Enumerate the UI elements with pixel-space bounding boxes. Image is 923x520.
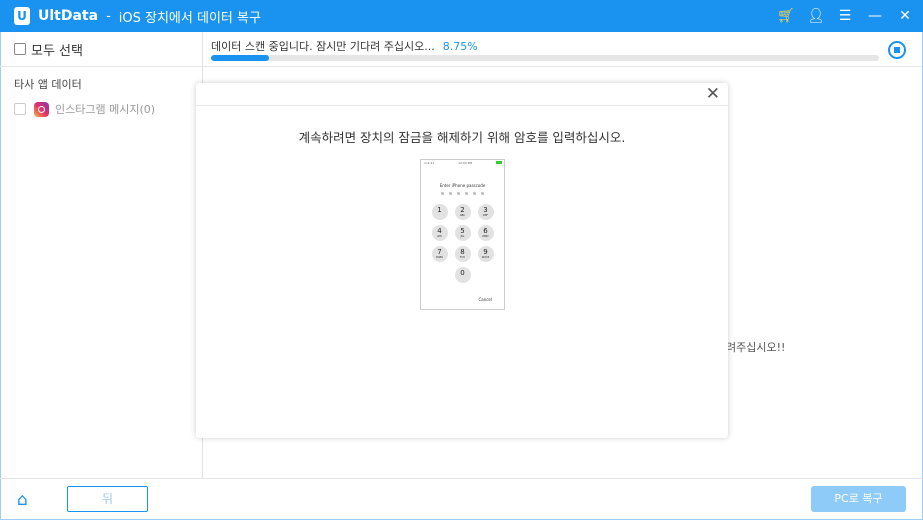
keypad-key: 6 MNO	[477, 225, 494, 241]
window-subtitle: iOS 장치에서 데이터 복구	[118, 10, 261, 26]
key-number: 9	[483, 248, 488, 256]
key-letters: ABC	[459, 214, 466, 217]
divider	[203, 66, 922, 67]
progress-fill	[211, 55, 270, 61]
cart-icon[interactable]: 🛒︎	[777, 8, 795, 24]
keypad-key: 3 DEF	[477, 204, 494, 220]
background-hint-text: 려주십시오!!	[726, 341, 786, 354]
select-all-checkbox[interactable]: 모두 선택	[0, 32, 202, 67]
key-letters: GHI	[437, 235, 442, 238]
key-letters: TUV	[459, 256, 466, 259]
keypad-key: 2 ABC	[454, 204, 471, 220]
minimize-icon[interactable]: —	[867, 8, 883, 24]
key-number: 2	[460, 206, 465, 214]
battery-icon	[496, 161, 502, 164]
key-number: 3	[483, 206, 488, 214]
passcode-dots	[421, 192, 504, 195]
title-separator: -	[106, 8, 111, 24]
scan-status-text: 데이터 스캔 중입니다. 잠시만 기다려 주십시오...	[211, 40, 435, 53]
user-icon[interactable]: 👤︎	[807, 8, 825, 24]
checkbox-icon[interactable]	[14, 43, 26, 55]
phone-status-time: 12:00 PM	[458, 161, 473, 165]
sidebar: 모두 선택 타사 앱 데이터 인스타그램 메시지(0)	[0, 32, 203, 478]
scan-progress-bar	[211, 55, 879, 61]
menu-icon[interactable]: ☰	[837, 8, 853, 24]
checkbox-icon[interactable]	[14, 103, 26, 115]
keypad-key: 4 GHI	[431, 225, 448, 241]
title-bar: U UltData - iOS 장치에서 데이터 복구 🛒︎ 👤︎ ☰ — ✕	[0, 0, 923, 32]
keypad-key: 7 PQRS	[431, 246, 448, 262]
key-letters: PQRS	[436, 256, 443, 259]
dialog-message: 계속하려면 장치의 잠금을 해제하기 위해 암호를 입력하십시오.	[298, 130, 626, 145]
key-number: 4	[437, 227, 442, 235]
key-letters: WXYZ	[481, 256, 490, 259]
phone-cancel: Cancel	[478, 297, 492, 302]
key-number: 5	[460, 227, 465, 235]
key-number: 6	[483, 227, 488, 235]
stop-scan-button[interactable]	[888, 41, 906, 59]
passcode-dialog: ✕ 계속하려면 장치의 잠금을 해제하기 위해 암호를 입력하십시오. ·ııl…	[196, 83, 728, 438]
keypad-key: 1	[431, 204, 448, 220]
passcode-prompt: Enter iPhone passcode	[439, 183, 486, 188]
key-letters: JKL	[460, 235, 465, 238]
key-number: 0	[460, 269, 465, 277]
dialog-close-icon[interactable]: ✕	[706, 84, 720, 104]
iphone-passcode-illustration: ·ııl 9:41 12:00 PM Enter iPhone passcode …	[420, 159, 505, 310]
keypad-key: 5 JKL	[454, 225, 471, 241]
key-number: 1	[437, 206, 442, 214]
app-name: UltData	[38, 8, 99, 24]
scan-percent: 8.75%	[442, 40, 478, 53]
ultdata-logo-icon: U	[14, 7, 30, 25]
phone-status-left: ·ııl 9:41	[423, 161, 435, 165]
key-number: 7	[437, 248, 442, 256]
category-heading: 타사 앱 데이터	[14, 78, 82, 91]
keypad-key: 0	[454, 267, 471, 283]
instagram-icon	[34, 101, 49, 117]
sidebar-item-label: 인스타그램 메시지(0)	[55, 103, 156, 116]
back-button[interactable]: 뒤	[67, 486, 148, 512]
close-icon[interactable]: ✕	[897, 8, 913, 24]
key-number: 8	[460, 248, 465, 256]
keypad-key: 8 TUV	[454, 246, 471, 262]
key-letters: MNO	[482, 235, 489, 238]
key-letters: DEF	[483, 214, 488, 217]
home-button[interactable]: ⌂	[17, 490, 28, 510]
restore-to-pc-button[interactable]: PC로 복구	[811, 486, 906, 512]
select-all-label: 모두 선택	[31, 43, 83, 59]
sidebar-item-instagram[interactable]: 인스타그램 메시지(0)	[0, 92, 202, 117]
keypad-key: 9 WXYZ	[477, 246, 494, 262]
scan-status: 데이터 스캔 중입니다. 잠시만 기다려 주십시오... 8.75%	[211, 38, 478, 54]
